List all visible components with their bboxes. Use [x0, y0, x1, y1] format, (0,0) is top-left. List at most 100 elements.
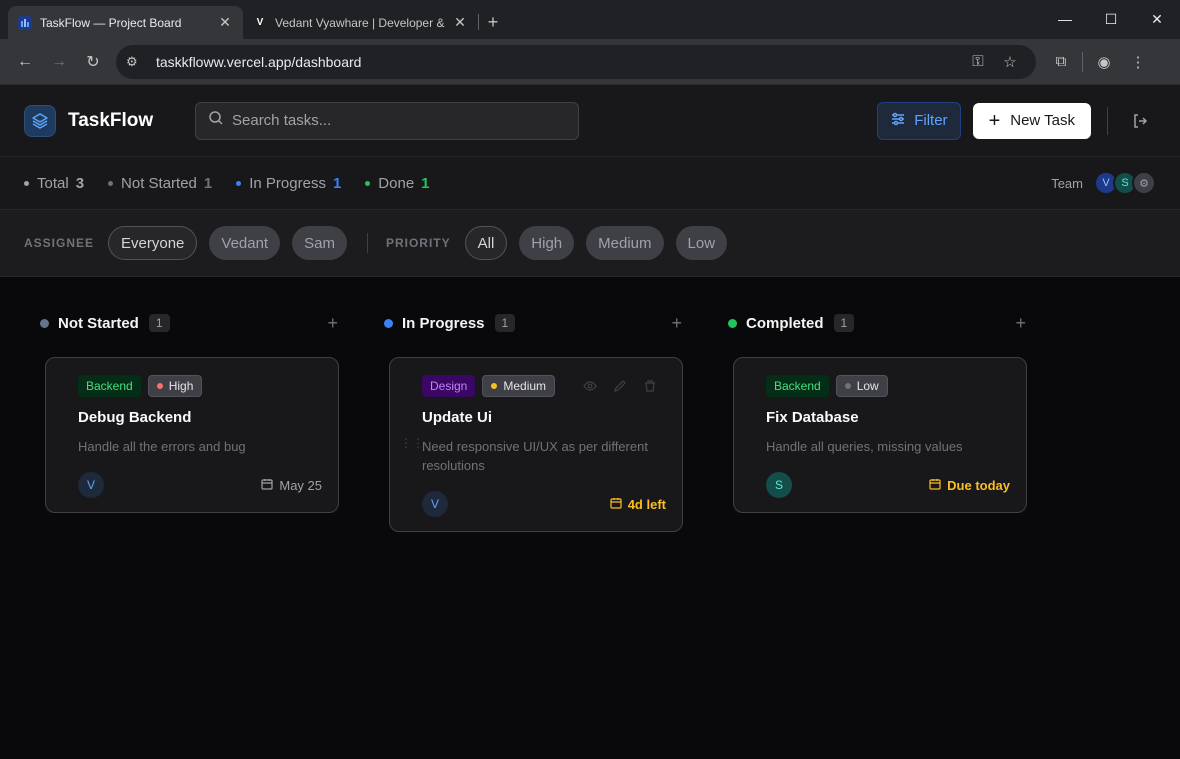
window-controls: — ☐ ✕ — [1042, 0, 1180, 38]
card-actions — [582, 378, 658, 394]
plus-icon: + — [988, 109, 1001, 132]
logout-icon[interactable] — [1124, 105, 1156, 137]
add-task-icon[interactable]: + — [1015, 313, 1026, 334]
maximize-icon[interactable]: ☐ — [1088, 0, 1134, 38]
column-title: Not Started — [58, 314, 139, 332]
due-date: 4d left — [610, 497, 666, 512]
edit-pencil-icon[interactable] — [612, 378, 628, 394]
app-header: TaskFlow Filter + New Task — [0, 85, 1180, 157]
priority-dot — [491, 383, 498, 389]
team-settings-icon[interactable]: ⚙ — [1132, 171, 1156, 195]
column-title: In Progress — [402, 314, 485, 332]
priority-chip-low[interactable]: Low — [675, 226, 728, 260]
url-text: taskkfloww.vercel.app/dashboard — [156, 53, 362, 70]
password-key-icon[interactable]: ⚿ — [962, 53, 994, 70]
task-card[interactable]: Backend High Debug Backend Handle all th… — [45, 357, 339, 513]
delete-trash-icon[interactable] — [642, 378, 658, 394]
assignee-chip-everyone[interactable]: Everyone — [108, 226, 198, 260]
sliders-icon — [890, 111, 906, 131]
address-bar[interactable]: ⚙ taskkfloww.vercel.app/dashboard ⚿ ☆ — [116, 44, 1036, 79]
card-footer: V May 25 — [78, 472, 322, 498]
due-date: May 25 — [261, 478, 322, 493]
card-title: Fix Database — [766, 409, 859, 426]
stat-count: 1 — [332, 174, 342, 192]
card-description: Need responsive UI/UX as per different r… — [422, 439, 648, 473]
due-date: Due today — [929, 478, 1010, 493]
category-tag: Backend — [766, 375, 829, 397]
priority-chip-all[interactable]: All — [464, 226, 508, 260]
column-status-dot — [384, 318, 393, 328]
task-card[interactable]: Backend Low Fix Database Handle all quer… — [733, 357, 1027, 513]
new-task-button[interactable]: + New Task — [972, 102, 1091, 139]
add-task-icon[interactable]: + — [327, 313, 338, 334]
card-title: Debug Backend — [78, 409, 192, 426]
add-task-icon[interactable]: + — [671, 313, 682, 334]
assignee-chip-sam[interactable]: Sam — [292, 226, 347, 260]
stat-total: Total 3 — [24, 175, 84, 192]
close-tab-icon[interactable]: ✕ — [217, 14, 233, 31]
filter-divider — [366, 233, 368, 253]
stat-count: 3 — [75, 174, 85, 192]
task-card[interactable]: ⋮⋮ Design Medium Update Ui Need responsi… — [389, 357, 683, 532]
column-not-started: Not Started 1 + Backend High Debug Backe… — [40, 313, 384, 532]
card-tags: Design Medium — [422, 374, 666, 398]
stat-label: Not Started — [121, 174, 197, 192]
priority-dot — [844, 383, 851, 389]
new-tab-icon[interactable]: + — [479, 6, 507, 39]
browser-tab-taskflow[interactable]: TaskFlow — Project Board ✕ — [8, 6, 243, 39]
avatar: V — [422, 491, 448, 517]
app-name: TaskFlow — [68, 109, 154, 131]
menu-kebab-icon[interactable]: ⋮ — [1121, 45, 1155, 79]
assignee-chip-vedant[interactable]: Vedant — [209, 226, 281, 260]
priority-chip-high[interactable]: High — [519, 226, 575, 260]
priority-dot — [156, 383, 163, 389]
bookmark-star-icon[interactable]: ☆ — [994, 53, 1026, 71]
profile-icon[interactable]: ◉ — [1087, 45, 1121, 79]
card-tags: Backend High — [78, 374, 322, 398]
category-tag: Backend — [78, 375, 141, 397]
filter-button-label: Filter — [914, 112, 948, 129]
column-completed: Completed 1 + Backend Low Fix Database H… — [728, 313, 1072, 532]
new-task-label: New Task — [1010, 112, 1075, 129]
status-dot — [236, 180, 242, 186]
calendar-icon — [610, 497, 622, 512]
kanban-board: Not Started 1 + Backend High Debug Backe… — [0, 277, 1180, 532]
column-count-badge: 1 — [494, 314, 516, 332]
browser-toolbar: ← → ↻ ⚙ taskkfloww.vercel.app/dashboard … — [0, 39, 1180, 85]
search-box[interactable] — [195, 101, 579, 140]
forward-icon[interactable]: → — [42, 45, 76, 79]
close-window-icon[interactable]: ✕ — [1134, 0, 1180, 38]
filter-bar: ASSIGNEE Everyone Vedant Sam PRIORITY Al… — [0, 210, 1180, 277]
stat-label: In Progress — [249, 174, 326, 192]
close-tab-icon[interactable]: ✕ — [452, 14, 468, 31]
column-header: In Progress 1 + — [384, 313, 728, 333]
column-title: Completed — [746, 314, 824, 332]
stats-bar: Total 3 Not Started 1 In Progress 1 Done… — [0, 157, 1180, 210]
priority-chip-medium[interactable]: Medium — [586, 226, 664, 260]
calendar-icon — [261, 478, 273, 493]
card-footer: V 4d left — [422, 491, 666, 517]
column-header: Completed 1 + — [728, 313, 1072, 333]
assignee-label: ASSIGNEE — [24, 236, 95, 250]
column-count-badge: 1 — [833, 314, 855, 332]
browser-tabbar: TaskFlow — Project Board ✕ V Vedant Vyaw… — [0, 0, 1180, 39]
reload-icon[interactable]: ↻ — [76, 45, 110, 79]
priority-label: PRIORITY — [385, 236, 451, 250]
filter-button[interactable]: Filter — [877, 101, 961, 140]
priority-tag: Low — [835, 375, 888, 397]
card-title: Update Ui — [422, 409, 493, 426]
minimize-icon[interactable]: — — [1042, 0, 1088, 38]
status-dot — [365, 180, 371, 186]
taskflow-logo-icon — [24, 104, 56, 137]
site-info-icon[interactable]: ⚙ — [126, 54, 150, 70]
priority-label: High — [168, 379, 194, 393]
team-avatars: V S ⚙ — [1094, 171, 1156, 195]
priority-tag: High — [147, 375, 203, 397]
search-input[interactable] — [232, 112, 552, 129]
drag-handle-icon[interactable]: ⋮⋮ — [400, 437, 424, 449]
view-eye-icon[interactable] — [582, 378, 598, 394]
tab-search-icon[interactable]: ⧉ — [1044, 45, 1078, 79]
browser-tab-portfolio[interactable]: V Vedant Vyawhare | Developer & ✕ — [243, 6, 478, 39]
back-icon[interactable]: ← — [8, 45, 42, 79]
card-description: Handle all the errors and bug — [78, 439, 246, 454]
